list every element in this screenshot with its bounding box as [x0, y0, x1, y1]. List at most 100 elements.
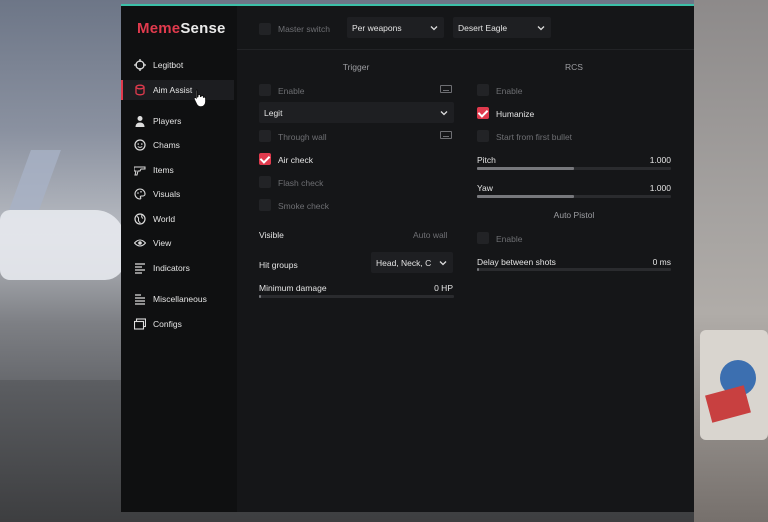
trigger-enable-checkbox[interactable]	[259, 84, 271, 96]
logo: MemeSense	[137, 20, 226, 37]
menu-icon	[133, 293, 146, 306]
yaw-label: Yaw	[477, 183, 493, 193]
sidebar-item-label: Players	[153, 116, 182, 126]
hit-groups-select[interactable]: Head, Neck, C	[371, 252, 453, 273]
visible-value[interactable]: Auto wall	[413, 230, 448, 240]
hit-groups-value: Head, Neck, C	[376, 257, 432, 268]
auto-pistol-enable-checkbox[interactable]	[477, 232, 489, 244]
yaw-slider[interactable]	[477, 195, 671, 198]
chevron-down-icon	[537, 24, 545, 32]
master-switch-label: Master switch	[278, 24, 330, 34]
yaw-value: 1.000	[649, 183, 671, 193]
start-first-bullet-label: Start from first bullet	[496, 132, 573, 142]
sidebar: MemeSense Legitbot Aim Assist Players Ch…	[121, 6, 237, 512]
sidebar-item-label: Chams	[153, 140, 180, 150]
mode-select[interactable]: Per weapons	[347, 17, 444, 38]
list-icon	[133, 262, 146, 275]
sidebar-item-legitbot[interactable]: Legitbot	[121, 55, 234, 75]
pitch-slider[interactable]	[477, 167, 671, 170]
chevron-down-icon	[439, 259, 447, 267]
sidebar-item-indicators[interactable]: Indicators	[121, 258, 234, 278]
auto-pistol-enable-label: Enable	[496, 234, 523, 244]
weapon-select[interactable]: Desert Eagle	[453, 17, 551, 38]
air-check-checkbox[interactable]	[259, 153, 271, 165]
sidebar-item-world[interactable]: World	[121, 209, 234, 229]
sidebar-item-visuals[interactable]: Visuals	[121, 184, 234, 204]
globe-icon	[133, 213, 146, 226]
chevron-down-icon	[430, 24, 438, 32]
person-icon	[133, 115, 146, 128]
sidebar-item-aim-assist[interactable]: Aim Assist	[121, 80, 234, 100]
minimum-damage-slider[interactable]	[259, 295, 454, 298]
keybind-icon[interactable]	[440, 85, 452, 93]
slider-fill	[259, 295, 261, 298]
visible-label: Visible	[259, 230, 284, 240]
through-wall-checkbox[interactable]	[259, 130, 271, 142]
keybind-icon[interactable]	[440, 131, 452, 139]
trigger-mode-value: Legit	[264, 107, 283, 118]
airplane-tail	[9, 150, 61, 210]
sidebar-item-items[interactable]: Items	[121, 160, 234, 180]
minimum-damage-label: Minimum damage	[259, 283, 327, 293]
minimum-damage-value: 0 HP	[434, 283, 453, 293]
trigger-enable-label: Enable	[278, 86, 305, 96]
pitch-value: 1.000	[649, 155, 671, 165]
sidebar-item-label: Visuals	[153, 189, 181, 199]
humanize-label: Humanize	[496, 109, 535, 119]
folder-icon	[133, 318, 146, 331]
weapon-icon	[133, 164, 146, 177]
sidebar-item-configs[interactable]: Configs	[121, 314, 234, 334]
humanize-checkbox[interactable]	[477, 107, 489, 119]
pitch-label: Pitch	[477, 155, 496, 165]
airplane	[0, 210, 125, 280]
cheat-menu-window: MemeSense Legitbot Aim Assist Players Ch…	[121, 4, 694, 512]
cylinder-icon	[133, 84, 146, 97]
smoke-check-label: Smoke check	[278, 201, 330, 211]
sidebar-item-label: World	[153, 214, 176, 224]
logo-part-1: Meme	[137, 20, 181, 37]
delay-between-shots-slider[interactable]	[477, 268, 671, 271]
rcs-enable-checkbox[interactable]	[477, 84, 489, 96]
top-bar: Master switch Per weapons Desert Eagle	[237, 6, 694, 50]
through-wall-label: Through wall	[278, 132, 327, 142]
start-first-bullet-checkbox[interactable]	[477, 130, 489, 142]
crosshair-icon	[133, 59, 146, 72]
slider-fill	[477, 268, 479, 271]
delay-between-shots-label: Delay between shots	[477, 257, 556, 267]
sidebar-item-label: Indicators	[153, 263, 190, 273]
sidebar-item-miscellaneous[interactable]: Miscellaneous	[121, 289, 234, 309]
main-panel: Master switch Per weapons Desert Eagle T…	[237, 6, 694, 512]
palette-icon	[133, 188, 146, 201]
sidebar-item-chams[interactable]: Chams	[121, 135, 234, 155]
sidebar-item-players[interactable]: Players	[121, 111, 234, 131]
air-check-label: Air check	[278, 155, 313, 165]
sidebar-item-label: Items	[153, 165, 174, 175]
auto-pistol-section-title: Auto Pistol	[553, 210, 595, 220]
sidebar-item-label: Aim Assist	[153, 85, 193, 95]
eye-icon	[133, 237, 146, 250]
hand-cursor-icon	[193, 89, 207, 108]
stickers	[700, 330, 768, 440]
chevron-down-icon	[440, 109, 448, 117]
sidebar-item-label: View	[153, 238, 172, 248]
rcs-enable-label: Enable	[496, 86, 523, 96]
sidebar-item-label: Configs	[153, 319, 182, 329]
smiley-icon	[133, 139, 146, 152]
weapon-select-value: Desert Eagle	[458, 22, 508, 33]
slider-fill	[477, 167, 574, 170]
trigger-section-title: Trigger	[342, 62, 370, 72]
master-switch-checkbox[interactable]	[259, 23, 271, 35]
smoke-check-checkbox[interactable]	[259, 199, 271, 211]
delay-between-shots-value: 0 ms	[652, 257, 671, 267]
logo-part-2: Sense	[180, 20, 226, 37]
mode-select-value: Per weapons	[352, 22, 402, 33]
sidebar-item-label: Miscellaneous	[153, 294, 207, 304]
trigger-mode-select[interactable]: Legit	[259, 102, 454, 123]
slider-fill	[477, 195, 574, 198]
rcs-section-title: RCS	[565, 62, 583, 72]
sidebar-item-label: Legitbot	[153, 60, 184, 70]
flash-check-checkbox[interactable]	[259, 176, 271, 188]
hit-groups-label: Hit groups	[259, 260, 298, 270]
sidebar-item-view[interactable]: View	[121, 233, 234, 253]
flash-check-label: Flash check	[278, 178, 324, 188]
